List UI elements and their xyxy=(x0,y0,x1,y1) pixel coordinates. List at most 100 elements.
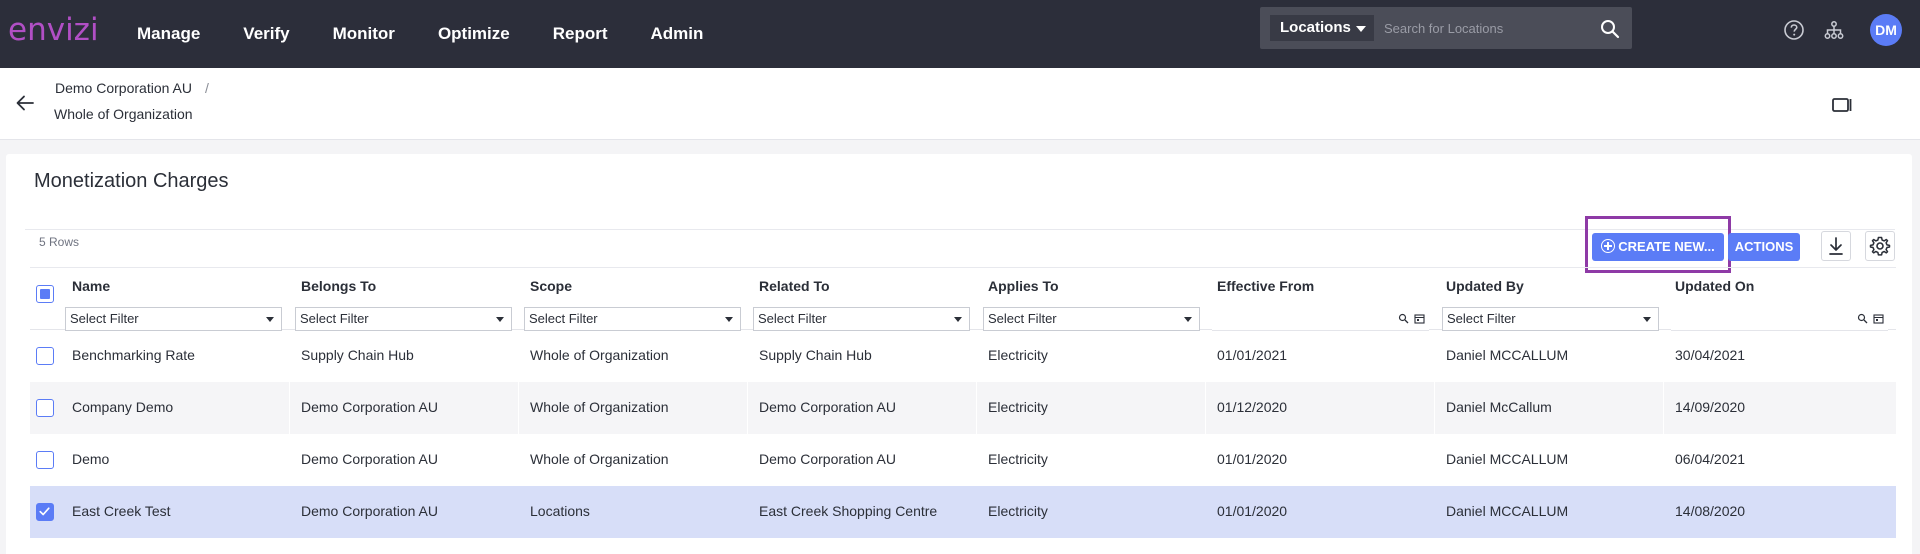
table-row[interactable]: East Creek Test Demo Corporation AU Loca… xyxy=(30,486,1896,538)
filter-belongs-to[interactable]: Select Filter xyxy=(295,307,512,331)
select-all-checkbox[interactable] xyxy=(36,285,54,303)
avatar[interactable]: DM xyxy=(1870,14,1902,46)
table-row[interactable]: Company Demo Demo Corporation AU Whole o… xyxy=(30,382,1896,434)
cell-applies-to: Electricity xyxy=(988,399,1048,415)
search-icon[interactable] xyxy=(1600,19,1620,39)
cell-name: Company Demo xyxy=(72,399,174,415)
cell-applies-to: Electricity xyxy=(988,347,1048,363)
search-scope-select[interactable]: Locations xyxy=(1270,15,1374,41)
chevron-down-icon xyxy=(496,317,504,322)
cell-scope: Whole of Organization xyxy=(530,451,669,467)
column-header-related-to[interactable]: Related To xyxy=(759,278,830,294)
cell-scope: Whole of Organization xyxy=(530,347,669,363)
cell-updated-on: 14/08/2020 xyxy=(1675,503,1746,519)
column-header-updated-on[interactable]: Updated On xyxy=(1675,278,1754,294)
help-icon[interactable] xyxy=(1783,19,1805,41)
filter-updated-on[interactable] xyxy=(1671,307,1888,331)
cell-updated-on: 30/04/2021 xyxy=(1675,347,1746,363)
nav-admin[interactable]: Admin xyxy=(651,24,704,44)
cell-updated-by: Daniel MCCALLUM xyxy=(1446,451,1569,467)
download-icon xyxy=(1829,237,1843,255)
cell-name: East Creek Test xyxy=(72,503,171,519)
table-header: Name Belongs To Scope Related To Applies… xyxy=(30,267,1896,331)
cell-related-to: East Creek Shopping Centre xyxy=(759,503,938,519)
chevron-down-icon xyxy=(725,317,733,322)
chevron-down-icon xyxy=(1356,26,1366,32)
cell-name: Benchmarking Rate xyxy=(72,347,195,363)
cell-related-to: Supply Chain Hub xyxy=(759,347,872,363)
table-row[interactable]: Benchmarking Rate Supply Chain Hub Whole… xyxy=(30,330,1896,382)
calendar-icon[interactable] xyxy=(1414,313,1425,324)
chevron-down-icon xyxy=(954,317,962,322)
cell-belongs-to: Supply Chain Hub xyxy=(301,347,414,363)
cell-updated-on: 14/09/2020 xyxy=(1675,399,1746,415)
cell-scope: Whole of Organization xyxy=(530,399,669,415)
hierarchy-icon[interactable] xyxy=(1823,19,1845,41)
search-icon xyxy=(1857,313,1868,324)
cell-belongs-to: Demo Corporation AU xyxy=(301,451,438,467)
cell-effective-from: 01/01/2021 xyxy=(1217,347,1288,363)
create-new-button[interactable]: CREATE NEW... xyxy=(1592,233,1724,261)
cell-belongs-to: Demo Corporation AU xyxy=(301,399,438,415)
filter-updated-by[interactable]: Select Filter xyxy=(1442,307,1659,331)
nav-optimize[interactable]: Optimize xyxy=(438,24,510,44)
cell-scope: Locations xyxy=(530,503,590,519)
top-navigation-bar: envizi Manage Verify Monitor Optimize Re… xyxy=(0,0,1920,68)
page-title: Monetization Charges xyxy=(34,170,229,192)
cell-applies-to: Electricity xyxy=(988,451,1048,467)
column-divider xyxy=(976,382,977,434)
column-header-scope[interactable]: Scope xyxy=(530,278,572,294)
row-checkbox[interactable] xyxy=(36,451,54,469)
column-header-name[interactable]: Name xyxy=(72,278,110,294)
chevron-down-icon xyxy=(266,317,274,322)
column-header-applies-to[interactable]: Applies To xyxy=(988,278,1059,294)
column-divider xyxy=(1434,382,1435,434)
breadcrumb-parent-link[interactable]: Demo Corporation AU xyxy=(55,80,192,96)
filter-effective-from[interactable] xyxy=(1212,307,1429,331)
column-divider xyxy=(747,382,748,434)
column-header-belongs-to[interactable]: Belongs To xyxy=(301,278,376,294)
nav-monitor[interactable]: Monitor xyxy=(333,24,395,44)
actions-button[interactable]: ACTIONS xyxy=(1728,233,1800,261)
cell-effective-from: 01/01/2020 xyxy=(1217,503,1288,519)
search-scope-label: Locations xyxy=(1280,19,1351,36)
cell-updated-by: Daniel MCCALLUM xyxy=(1446,347,1569,363)
search-icon xyxy=(1398,313,1409,324)
filter-applies-to[interactable]: Select Filter xyxy=(983,307,1200,331)
nav-verify[interactable]: Verify xyxy=(243,24,289,44)
breadcrumb-current[interactable]: Whole of Organization xyxy=(54,106,193,122)
check-icon xyxy=(39,507,50,516)
filter-label: Select Filter xyxy=(300,311,369,326)
main-nav: Manage Verify Monitor Optimize Report Ad… xyxy=(137,0,746,68)
filter-label: Select Filter xyxy=(70,311,139,326)
column-divider xyxy=(289,382,290,434)
panel-icon[interactable] xyxy=(1832,97,1852,113)
filter-label: Select Filter xyxy=(529,311,598,326)
nav-report[interactable]: Report xyxy=(553,24,608,44)
gear-icon xyxy=(1869,236,1891,256)
filter-name[interactable]: Select Filter xyxy=(65,307,282,331)
cell-name: Demo xyxy=(72,451,110,467)
download-button[interactable] xyxy=(1821,231,1851,261)
settings-button[interactable] xyxy=(1865,231,1895,261)
envizi-logo[interactable]: envizi xyxy=(8,12,99,48)
filter-scope[interactable]: Select Filter xyxy=(524,307,741,331)
cell-effective-from: 01/01/2020 xyxy=(1217,451,1288,467)
column-header-updated-by[interactable]: Updated By xyxy=(1446,278,1524,294)
column-header-effective-from[interactable]: Effective From xyxy=(1217,278,1314,294)
table-row[interactable]: Demo Demo Corporation AU Whole of Organi… xyxy=(30,434,1896,486)
column-divider xyxy=(1663,382,1664,434)
search-input[interactable] xyxy=(1384,15,1584,41)
nav-manage[interactable]: Manage xyxy=(137,24,200,44)
cell-applies-to: Electricity xyxy=(988,503,1048,519)
cell-updated-by: Daniel MCCALLUM xyxy=(1446,503,1569,519)
filter-related-to[interactable]: Select Filter xyxy=(753,307,970,331)
calendar-icon[interactable] xyxy=(1873,313,1884,324)
row-checkbox[interactable] xyxy=(36,503,54,521)
row-checkbox[interactable] xyxy=(36,347,54,365)
search-bar: Locations xyxy=(1260,7,1632,49)
monetization-charges-table: Name Belongs To Scope Related To Applies… xyxy=(30,267,1896,538)
breadcrumb: Demo Corporation AU / Whole of Organizat… xyxy=(0,68,1920,140)
back-arrow-icon[interactable] xyxy=(14,92,36,114)
row-checkbox[interactable] xyxy=(36,399,54,417)
